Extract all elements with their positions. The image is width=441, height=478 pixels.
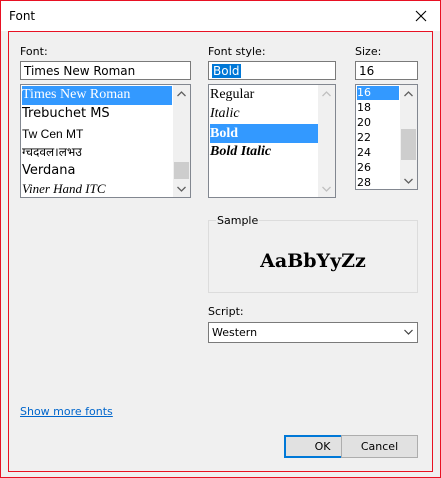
font-name-value: Times New Roman (24, 64, 136, 78)
scroll-up-icon[interactable] (400, 85, 417, 102)
size-list-item[interactable]: 20 (357, 116, 371, 130)
scroll-up-icon[interactable] (318, 85, 335, 102)
size-input[interactable]: 16 (355, 61, 418, 80)
font-style-list[interactable]: Regular Italic Bold Bold Italic (208, 84, 336, 198)
window-title: Font (9, 9, 36, 23)
font-list-item[interactable]: Tw Cen MT (22, 125, 83, 143)
show-more-fonts-link[interactable]: Show more fonts (20, 405, 113, 418)
size-list-item[interactable]: 24 (357, 146, 371, 160)
title-bar: Font (1, 1, 440, 31)
font-list-item[interactable]: Viner Hand ITC (22, 180, 106, 197)
sample-label: Sample (216, 214, 260, 227)
scroll-thumb[interactable] (401, 129, 416, 160)
font-name-input[interactable]: Times New Roman (20, 61, 191, 80)
scroll-thumb[interactable] (174, 162, 189, 179)
font-style-label: Font style: (208, 45, 266, 58)
scroll-down-icon[interactable] (318, 180, 335, 197)
font-style-item[interactable]: Regular (210, 86, 254, 104)
size-list[interactable]: 16 18 20 22 24 26 28 (355, 84, 418, 190)
close-icon (415, 10, 427, 22)
size-list-item[interactable]: 18 (357, 101, 371, 115)
close-button[interactable] (402, 1, 440, 31)
font-list[interactable]: Times New Roman Trebuchet MS Tw Cen MT ग… (20, 84, 191, 198)
font-style-scrollbar[interactable] (318, 85, 335, 197)
font-style-input[interactable]: Bold (208, 61, 336, 80)
scroll-down-icon[interactable] (173, 180, 190, 197)
font-style-item[interactable]: Bold Italic (210, 143, 271, 161)
font-list-scrollbar[interactable] (173, 85, 190, 197)
script-value: Western (212, 326, 258, 339)
script-select[interactable]: Western (208, 322, 418, 343)
font-style-item[interactable]: Bold (210, 124, 319, 143)
size-label: Size: (355, 45, 382, 58)
chevron-down-icon (404, 329, 413, 335)
script-label: Script: (208, 305, 244, 318)
font-list-item[interactable]: Verdana (22, 162, 75, 180)
size-list-item[interactable]: 26 (357, 161, 371, 175)
scroll-up-icon[interactable] (173, 85, 190, 102)
size-value: 16 (359, 64, 375, 78)
size-list-item[interactable]: 16 (357, 86, 399, 100)
cancel-button[interactable]: Cancel (341, 435, 418, 458)
size-list-scrollbar[interactable] (400, 85, 417, 189)
font-list-item[interactable]: Trebuchet MS (22, 105, 110, 123)
scroll-down-icon[interactable] (400, 172, 417, 189)
size-list-item[interactable]: 22 (357, 131, 371, 145)
font-style-item[interactable]: Italic (210, 105, 240, 123)
font-list-item[interactable]: Times New Roman (22, 86, 172, 105)
font-style-value: Bold (212, 64, 241, 78)
font-list-item[interactable]: ग्चदवल।लभउ (22, 143, 82, 161)
size-list-item[interactable]: 28 (357, 176, 371, 189)
sample-preview: AaBbYyZz (260, 250, 366, 272)
font-label: Font: (20, 45, 48, 58)
